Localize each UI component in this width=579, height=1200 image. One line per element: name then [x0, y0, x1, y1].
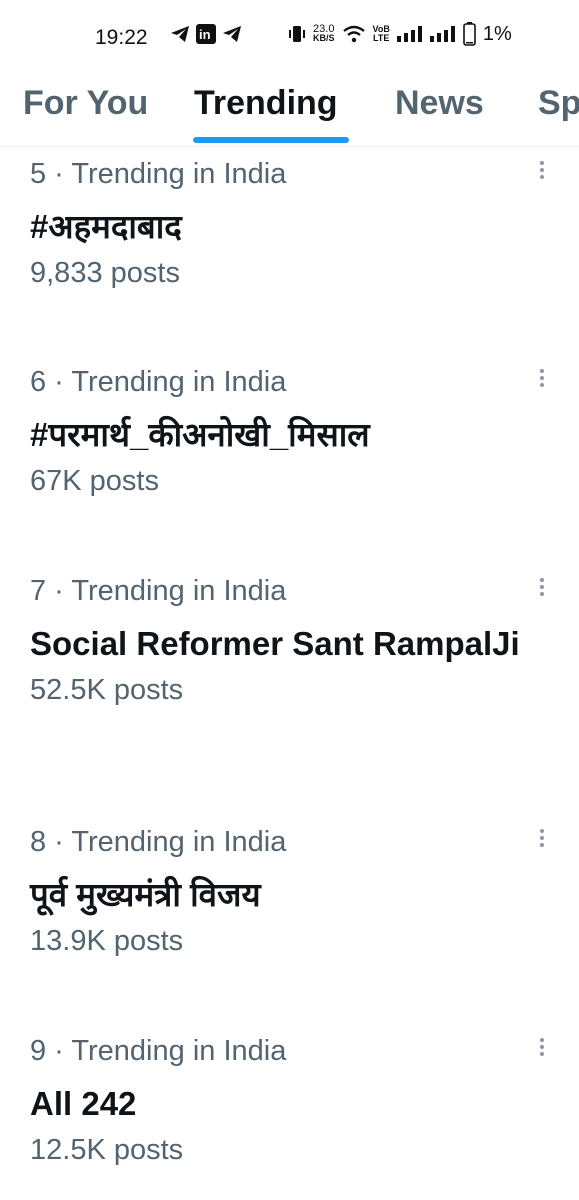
tab-sports[interactable]: Sp [538, 84, 579, 123]
trend-item[interactable]: 8 · Trending in India पूर्व मुख्यमंत्री … [30, 826, 550, 958]
battery-icon [463, 22, 476, 46]
tab-active-indicator [193, 137, 349, 143]
tab-for-you[interactable]: For You [23, 84, 148, 123]
trend-name: Social Reformer Sant RampalJi [30, 625, 520, 662]
signal-icon [429, 26, 455, 42]
more-options-icon[interactable] [535, 575, 549, 603]
status-bar: 19:22 in 23.0 KB/S VoB LTE 1% [0, 0, 579, 76]
trend-post-count: 67K posts [30, 465, 159, 497]
trend-name: पूर्व मुख्यमंत्री विजय [30, 876, 261, 913]
trend-post-count: 13.9K posts [30, 925, 184, 957]
more-options-icon[interactable] [535, 826, 549, 854]
tab-trending[interactable]: Trending [194, 84, 338, 123]
more-options-icon[interactable] [535, 158, 549, 186]
trend-name: #अहमदाबाद [30, 208, 182, 245]
more-options-icon[interactable] [535, 366, 549, 394]
volte-indicator: VoB LTE [373, 25, 390, 43]
telegram-icon [171, 26, 189, 42]
net-speed: 23.0 KB/S [313, 24, 335, 43]
trend-post-count: 12.5K posts [30, 1134, 184, 1166]
trend-meta: 5 · Trending in India [30, 158, 287, 190]
trend-meta: 7 · Trending in India [30, 575, 287, 607]
net-speed-unit: KB/S [313, 33, 335, 43]
trend-item[interactable]: 6 · Trending in India #परमार्थ_कीअनोखी_म… [30, 366, 550, 498]
trend-item[interactable]: 9 · Trending in India All 242 12.5K post… [30, 1035, 550, 1167]
system-icons: 23.0 KB/S VoB LTE 1% [288, 22, 512, 46]
status-time: 19:22 [95, 26, 148, 49]
svg-text:in: in [199, 27, 211, 42]
trend-name: All 242 [30, 1085, 137, 1122]
telegram-icon [223, 26, 241, 42]
trend-item[interactable]: 5 · Trending in India #अहमदाबाद 9,833 po… [30, 158, 550, 290]
trend-item[interactable]: 7 · Trending in India Social Reformer Sa… [30, 575, 550, 707]
wifi-icon [342, 25, 365, 43]
trend-post-count: 9,833 posts [30, 257, 180, 289]
tab-bar: For You Trending News Sp [0, 76, 579, 147]
trend-meta: 8 · Trending in India [30, 826, 287, 858]
trend-post-count: 52.5K posts [30, 674, 184, 706]
volte-bottom: LTE [373, 33, 390, 43]
tab-news[interactable]: News [395, 84, 484, 123]
signal-icon [396, 26, 422, 42]
notification-icons: in [170, 24, 242, 44]
vibrate-icon [289, 26, 305, 42]
trend-name: #परमार्थ_कीअनोखी_मिसाल [30, 416, 370, 453]
trend-meta: 9 · Trending in India [30, 1035, 287, 1067]
more-options-icon[interactable] [535, 1035, 549, 1063]
linkedin-icon: in [196, 24, 216, 44]
battery-percent: 1% [482, 22, 512, 45]
trend-meta: 6 · Trending in India [30, 366, 287, 398]
